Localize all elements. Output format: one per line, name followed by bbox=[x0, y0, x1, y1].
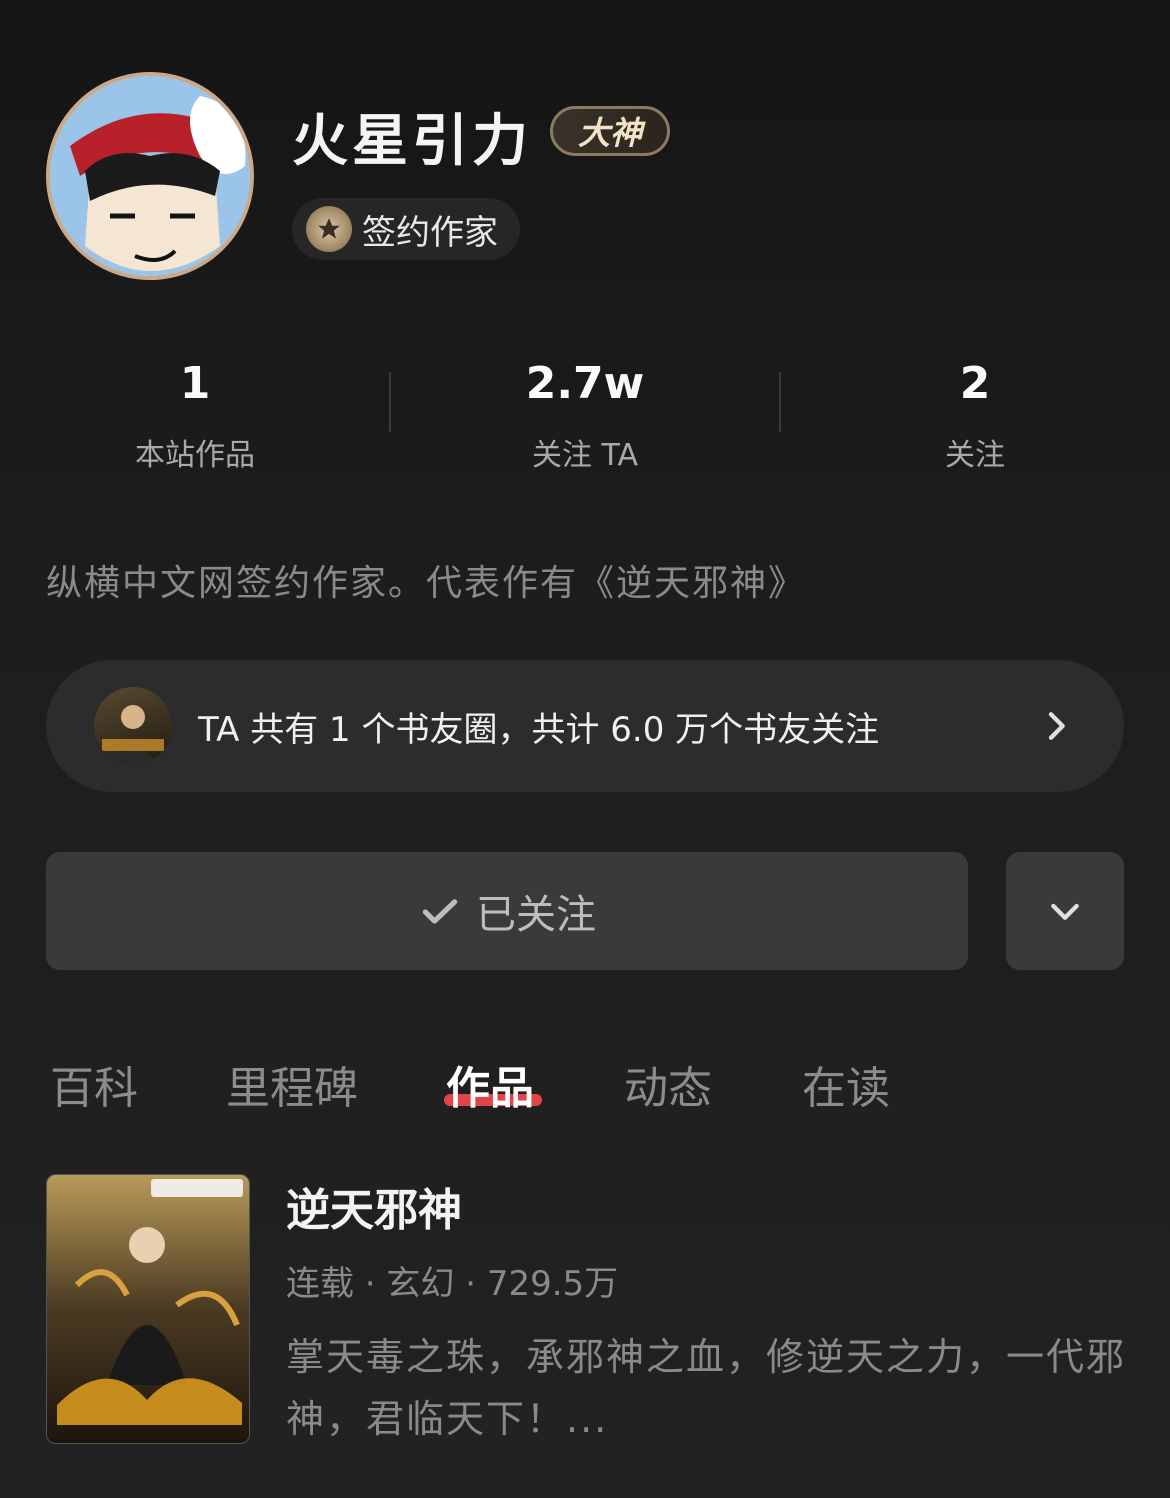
tab-activity[interactable]: 动态 bbox=[624, 1052, 712, 1116]
star-medal-icon bbox=[306, 206, 352, 252]
signed-author-label: 签约作家 bbox=[362, 212, 498, 253]
fan-circle-thumbnail bbox=[94, 687, 172, 765]
check-icon bbox=[422, 899, 458, 924]
fan-circle-entry[interactable]: TA 共有 1 个书友圈，共计 6.0 万个书友关注 bbox=[46, 660, 1124, 792]
stat-following-value: 2 bbox=[959, 358, 991, 409]
tab-works[interactable]: 作品 bbox=[446, 1052, 534, 1116]
book-description: 掌天毒之珠，承邪神之血，修逆天之力，一代邪神，君临天下！... bbox=[286, 1335, 1127, 1441]
level-badge: 大神 bbox=[550, 106, 670, 156]
author-avatar[interactable] bbox=[46, 72, 254, 280]
tab-reading[interactable]: 在读 bbox=[802, 1052, 890, 1116]
signed-author-badge[interactable]: 签约作家 bbox=[292, 198, 520, 260]
author-bio: 纵横中文网签约作家。代表作有《逆天邪神》 bbox=[46, 563, 807, 604]
avatar-illustration bbox=[50, 76, 250, 276]
stat-followers-value: 2.7w bbox=[525, 358, 645, 409]
following-button[interactable]: 已关注 bbox=[46, 852, 968, 970]
stat-following[interactable]: 2 关注 bbox=[780, 356, 1170, 474]
stat-works[interactable]: 1 本站作品 bbox=[0, 356, 390, 474]
author-name: 火星引力 bbox=[292, 109, 532, 174]
following-button-label: 已关注 bbox=[476, 892, 596, 938]
book-title[interactable]: 逆天邪神 bbox=[286, 1174, 462, 1238]
stat-works-value: 1 bbox=[179, 358, 211, 409]
stat-followers[interactable]: 2.7w 关注 TA bbox=[390, 356, 780, 474]
book-meta: 连载 · 玄幻 · 729.5万 bbox=[286, 1264, 619, 1304]
chevron-down-icon bbox=[1051, 903, 1079, 920]
tab-wiki[interactable]: 百科 bbox=[50, 1052, 138, 1116]
more-options-button[interactable] bbox=[1006, 852, 1124, 970]
book-cover[interactable] bbox=[46, 1174, 250, 1444]
stat-followers-label: 关注 TA bbox=[531, 438, 639, 473]
chevron-right-icon bbox=[1048, 712, 1065, 740]
tab-milestones[interactable]: 里程碑 bbox=[226, 1052, 358, 1116]
fan-circle-text: TA 共有 1 个书友圈，共计 6.0 万个书友关注 bbox=[198, 709, 880, 750]
book-cover-art bbox=[47, 1175, 249, 1443]
stat-following-label: 关注 bbox=[945, 438, 1005, 473]
stat-works-label: 本站作品 bbox=[135, 438, 255, 473]
